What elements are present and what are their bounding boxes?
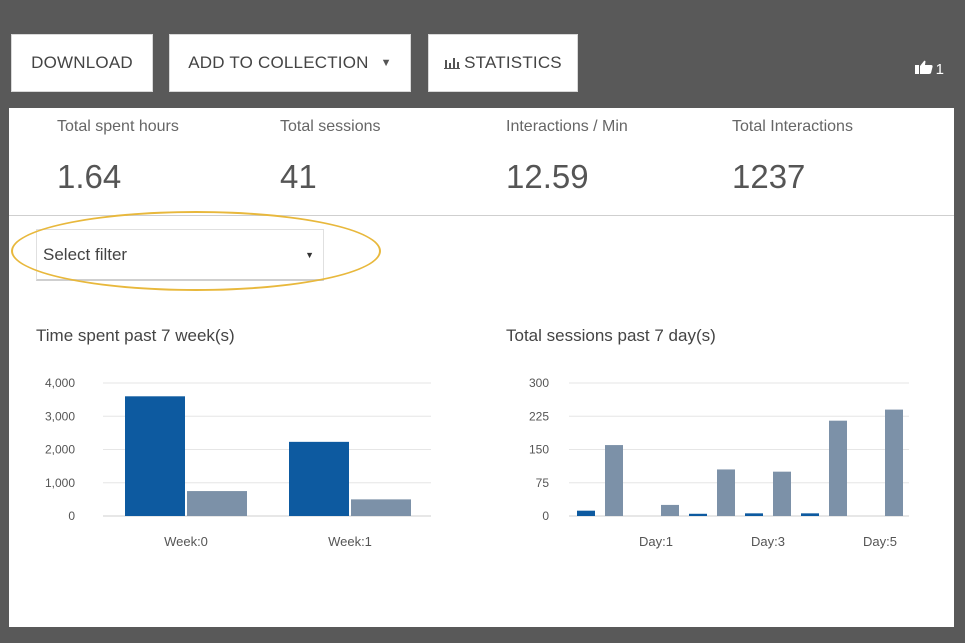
stat-value-total-interactions: 1237 — [732, 158, 806, 195]
y-tick-label: 3,000 — [45, 409, 75, 423]
statistics-label: STATISTICS — [464, 53, 562, 72]
x-tick-label: Week:1 — [328, 534, 372, 549]
bar — [829, 420, 847, 516]
stat-value-sessions: 41 — [280, 158, 317, 195]
stat-label-hours: Total spent hours — [57, 118, 179, 135]
bar — [689, 513, 707, 516]
sessions-chart: 300 225 150 75 0 Day:1 Day:3 Day:5 — [529, 376, 909, 549]
bar — [745, 513, 763, 516]
stat-label-interactions-min: Interactions / Min — [506, 118, 628, 135]
chart-title-sessions: Total sessions past 7 day(s) — [506, 326, 716, 345]
y-tick-label: 225 — [529, 409, 549, 423]
y-tick-label: 75 — [536, 476, 550, 490]
stat-value-interactions-min: 12.59 — [506, 158, 589, 195]
bar — [605, 445, 623, 516]
main-panel: DOWNLOAD ADD TO COLLECTION ▼ STATISTICS — [9, 10, 954, 627]
bar — [801, 513, 819, 516]
like-count: 1 — [935, 60, 944, 78]
bar — [577, 510, 595, 516]
x-tick-label: Week:0 — [164, 534, 208, 549]
stat-label-sessions: Total sessions — [280, 118, 381, 135]
bar — [773, 471, 791, 516]
y-tick-label: 0 — [542, 509, 549, 523]
chart-title-time-spent: Time spent past 7 week(s) — [36, 326, 235, 345]
bar — [885, 409, 903, 516]
y-tick-label: 300 — [529, 376, 549, 390]
add-to-collection-button[interactable]: ADD TO COLLECTION ▼ — [169, 34, 411, 92]
stats-row: Total spent hours 1.64 Total sessions 41… — [9, 108, 954, 216]
toolbar: DOWNLOAD ADD TO COLLECTION ▼ STATISTICS — [9, 10, 954, 108]
caret-down-icon: ▼ — [380, 57, 392, 69]
stat-label-total-interactions: Total Interactions — [732, 118, 853, 135]
y-tick-label: 150 — [529, 443, 549, 457]
add-to-collection-label: ADD TO COLLECTION — [188, 53, 369, 72]
stat-value-hours: 1.64 — [57, 158, 122, 195]
x-tick-label: Day:5 — [863, 534, 897, 549]
bar — [125, 396, 185, 516]
bar — [289, 441, 349, 516]
bar-chart-icon — [444, 57, 461, 69]
time-spent-chart: 4,000 3,000 2,000 1,000 0 Week:0 Week:1 — [45, 376, 431, 549]
y-tick-label: 4,000 — [45, 376, 75, 390]
y-tick-label: 1,000 — [45, 476, 75, 490]
bar — [717, 469, 735, 516]
thumbs-up-icon — [914, 60, 933, 78]
bar — [351, 499, 411, 516]
download-button[interactable]: DOWNLOAD — [11, 34, 153, 92]
bar — [187, 491, 247, 516]
x-tick-label: Day:3 — [751, 534, 785, 549]
x-tick-label: Day:1 — [639, 534, 673, 549]
bar — [661, 504, 679, 516]
like-button[interactable]: 1 — [914, 60, 944, 78]
download-label: DOWNLOAD — [31, 53, 133, 72]
highlight-ellipse — [11, 211, 381, 291]
statistics-button[interactable]: STATISTICS — [428, 34, 578, 92]
y-tick-label: 0 — [68, 509, 75, 523]
y-tick-label: 2,000 — [45, 443, 75, 457]
